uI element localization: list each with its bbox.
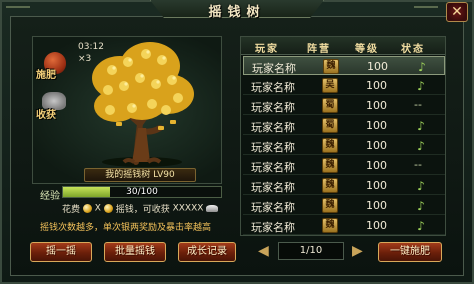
music-note-icon[interactable]: ♪: [415, 60, 429, 74]
player-level: 100: [366, 179, 387, 192]
table-row[interactable]: 玩家名称 蜀 100 --: [243, 96, 445, 115]
shake-once-button[interactable]: 摇一摇: [30, 242, 92, 262]
player-name: 玩家名称: [251, 141, 295, 154]
player-level: 100: [366, 99, 387, 112]
shake-coin-icon: [103, 204, 113, 213]
camp-badge: 魏: [323, 59, 339, 74]
player-level: 100: [367, 60, 388, 73]
music-note-icon[interactable]: ♪: [414, 79, 428, 93]
player-name: 玩家名称: [251, 81, 295, 94]
music-note-icon[interactable]: ♪: [414, 119, 428, 133]
hint-text: 摇钱次数越多，单次银两奖励及暴击率越高: [40, 223, 212, 233]
table-row[interactable]: 玩家名称 魏 100 ♪: [243, 176, 445, 195]
header-status: 状态: [401, 44, 425, 55]
player-level: 100: [366, 119, 387, 132]
fertilize-label: 施肥: [36, 70, 56, 81]
growth-log-button[interactable]: 成长记录: [178, 242, 236, 262]
camp-badge: 魏: [322, 198, 338, 213]
table-row[interactable]: 玩家名称 魏 100 ♪: [243, 56, 445, 75]
exp-label: 经验: [40, 191, 60, 202]
cost-harvest-amount: XXXXX: [172, 203, 204, 214]
camp-badge: 吴: [322, 78, 338, 93]
camp-badge: 魏: [322, 218, 338, 233]
header-camp: 阵营: [307, 44, 331, 55]
harvest-label: 收获: [36, 110, 56, 121]
player-level: 100: [366, 199, 387, 212]
exp-value: 30/100: [126, 187, 158, 197]
table-row[interactable]: 玩家名称 魏 100 ♪: [243, 136, 445, 155]
table-header: 玩家 阵营 等级 状态: [241, 37, 445, 55]
close-button[interactable]: ✕: [446, 2, 468, 22]
music-note-icon[interactable]: ♪: [414, 219, 428, 233]
page-next-button[interactable]: ▶: [352, 243, 366, 259]
music-note-icon[interactable]: ♪: [414, 179, 428, 193]
player-level: 100: [366, 139, 387, 152]
window-title: 摇钱树: [208, 5, 266, 20]
header-level: 等级: [355, 44, 379, 55]
table-row[interactable]: 玩家名称 蜀 100 ♪: [243, 116, 445, 135]
player-name: 玩家名称: [251, 161, 295, 174]
music-note-icon[interactable]: ♪: [414, 139, 428, 153]
player-table: 玩家 阵营 等级 状态 玩家名称魏 100 ♪ 玩家名称吴 100 ♪ 玩家名称蜀 100 --…: [240, 36, 446, 236]
cost-row: 花费 X 摇钱，可收获 XXXXX: [62, 202, 232, 216]
camp-badge: 魏: [322, 178, 338, 193]
fertilize-button[interactable]: 施肥: [36, 52, 76, 82]
status-empty: --: [414, 158, 422, 171]
tree-name-plate: 我的摇钱树 LV90: [84, 168, 196, 182]
header-player: 玩家: [255, 44, 279, 55]
shake-batch-button[interactable]: 批量摇钱: [104, 242, 166, 262]
player-name: 玩家名称: [251, 201, 295, 214]
player-name: 玩家名称: [251, 121, 295, 134]
money-tree-image[interactable]: [80, 38, 200, 168]
fertilize-all-button[interactable]: 一键施肥: [378, 242, 442, 262]
table-row[interactable]: 玩家名称 魏 100 ♪: [243, 196, 445, 215]
cost-prefix: 花费: [62, 205, 81, 215]
player-level: 100: [366, 219, 387, 232]
camp-badge: 蜀: [322, 118, 338, 133]
player-name: 玩家名称: [251, 101, 295, 114]
camp-badge: 魏: [322, 158, 338, 173]
player-name: 玩家名称: [251, 221, 295, 234]
camp-badge: 蜀: [322, 98, 338, 113]
page-prev-button[interactable]: ◀: [258, 243, 272, 259]
player-name: 玩家名称: [252, 62, 296, 75]
table-row[interactable]: 玩家名称 魏 100 --: [243, 156, 445, 175]
player-name: 玩家名称: [251, 181, 295, 194]
status-empty: --: [414, 98, 422, 111]
camp-badge: 魏: [322, 138, 338, 153]
page-indicator: 1/10: [278, 242, 344, 260]
music-note-icon[interactable]: ♪: [414, 199, 428, 213]
table-row[interactable]: 玩家名称 魏 100 ♪: [243, 216, 445, 235]
exp-bar: 30/100: [62, 186, 222, 198]
gold-coin-icon: [82, 204, 92, 213]
player-level: 100: [366, 159, 387, 172]
harvest-button[interactable]: 收获: [36, 92, 76, 122]
silver-ingot-icon: [206, 205, 219, 212]
cost-shake-text: 摇钱，可收获: [115, 205, 170, 215]
cost-amount-x: X: [94, 203, 101, 214]
player-level: 100: [366, 79, 387, 92]
table-row[interactable]: 玩家名称 吴 100 ♪: [243, 76, 445, 95]
